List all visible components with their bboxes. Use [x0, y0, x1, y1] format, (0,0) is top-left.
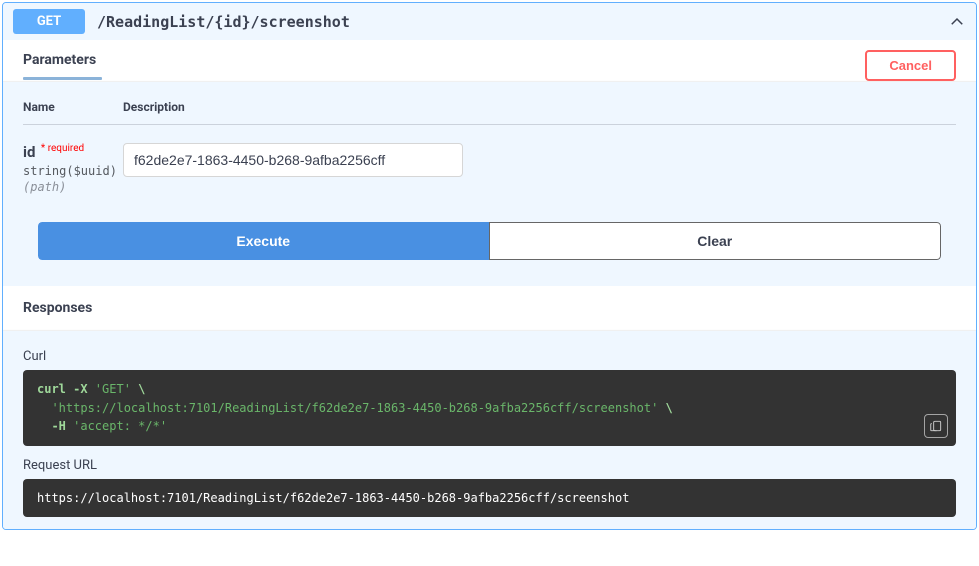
required-mark: * required — [41, 143, 84, 154]
curl-text: -H — [37, 419, 73, 433]
parameter-location: (path) — [23, 180, 123, 194]
parameter-name-cell: id * required string($uuid) (path) — [23, 143, 123, 194]
request-url-label: Request URL — [23, 458, 956, 473]
column-header-description: Description — [123, 100, 956, 114]
responses-section-header: Responses — [3, 286, 976, 330]
curl-text: \ — [658, 401, 672, 415]
parameter-type: string($uuid) — [23, 164, 123, 178]
request-url-block[interactable]: https://localhost:7101/ReadingList/f62de… — [23, 479, 956, 518]
column-header-name: Name — [23, 100, 123, 114]
curl-text — [37, 401, 51, 415]
http-method-badge: GET — [13, 9, 85, 34]
curl-text: 'GET' — [95, 382, 131, 396]
request-url-text: https://localhost:7101/ReadingList/f62de… — [37, 491, 629, 505]
curl-text: curl -X — [37, 382, 95, 396]
parameter-value-cell — [123, 143, 956, 177]
curl-text: 'accept: */*' — [73, 419, 167, 433]
parameter-row: id * required string($uuid) (path) — [23, 143, 956, 194]
cancel-button[interactable]: Cancel — [865, 50, 956, 81]
endpoint-panel: GET /ReadingList/{id}/screenshot Paramet… — [2, 2, 977, 530]
execute-button[interactable]: Execute — [38, 222, 489, 260]
curl-text: \ — [131, 382, 145, 396]
parameter-name: id — [23, 143, 35, 161]
endpoint-body: Parameters Cancel Name Description id * … — [3, 40, 976, 529]
parameters-body: Name Description id * required string($u… — [3, 82, 976, 286]
parameters-table-header: Name Description — [23, 100, 956, 125]
curl-code-block[interactable]: curl -X 'GET' \ 'https://localhost:7101/… — [23, 370, 956, 446]
clipboard-icon — [929, 419, 943, 433]
responses-title: Responses — [23, 300, 92, 316]
curl-label: Curl — [23, 349, 956, 364]
responses-body: Curl curl -X 'GET' \ 'https://localhost:… — [3, 331, 976, 529]
endpoint-path: /ReadingList/{id}/screenshot — [97, 13, 948, 31]
clear-button[interactable]: Clear — [489, 222, 942, 260]
curl-text: 'https://localhost:7101/ReadingList/f62d… — [51, 401, 658, 415]
endpoint-header[interactable]: GET /ReadingList/{id}/screenshot — [3, 3, 976, 40]
copy-button[interactable] — [924, 414, 948, 438]
chevron-up-icon — [948, 13, 966, 31]
action-button-row: Execute Clear — [38, 222, 941, 260]
tab-underline — [23, 77, 102, 80]
parameters-tab[interactable]: Parameters — [23, 52, 96, 80]
parameters-section-header: Parameters Cancel — [3, 40, 976, 81]
parameter-input-id[interactable] — [123, 143, 463, 177]
